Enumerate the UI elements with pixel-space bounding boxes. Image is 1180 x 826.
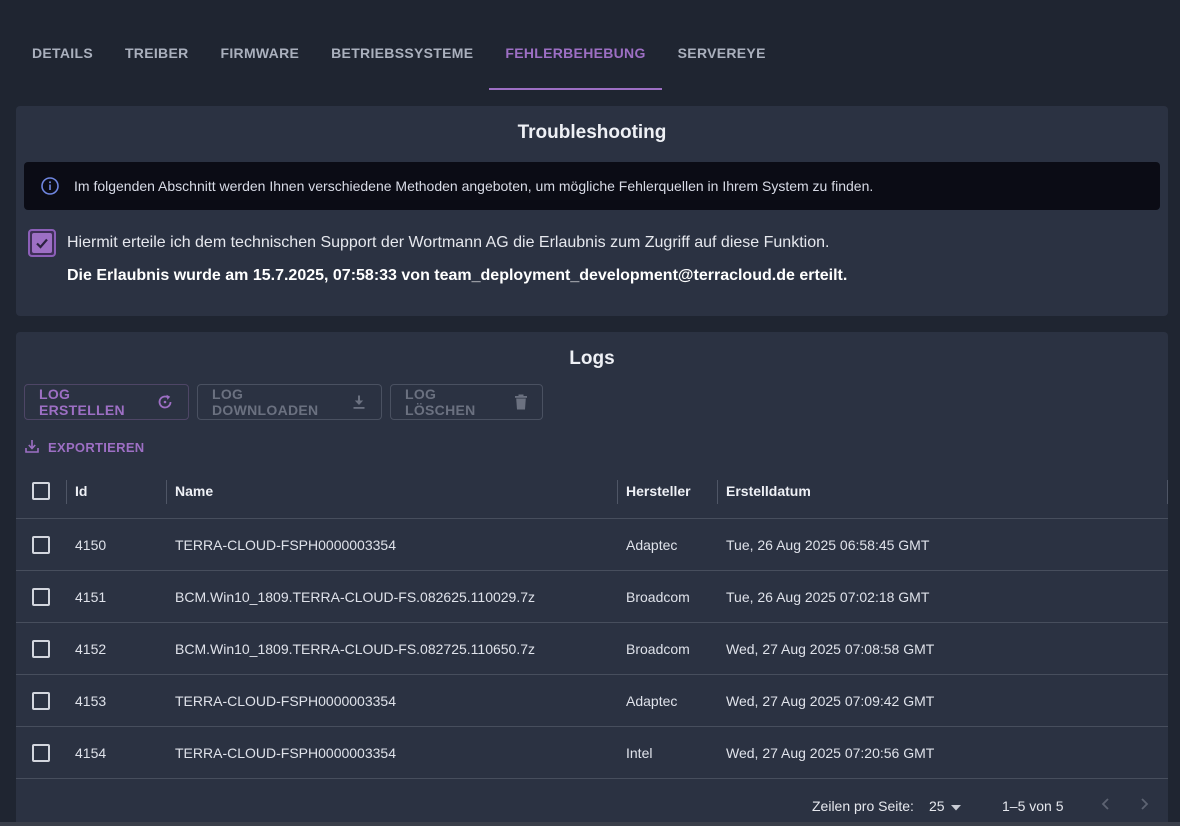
troubleshooting-card: Troubleshooting Im folgenden Abschnitt w… bbox=[16, 106, 1168, 316]
cell-created: Wed, 27 Aug 2025 07:09:42 GMT bbox=[726, 692, 935, 709]
tab-betriebssysteme[interactable]: BETRIEBSSYSTEME bbox=[315, 18, 489, 90]
rows-per-page-label: Zeilen pro Seite: bbox=[812, 798, 914, 814]
row-checkbox-cell bbox=[32, 727, 50, 778]
download-log-button[interactable]: LOG DOWNLOADEN bbox=[197, 384, 382, 420]
cell-vendor: Adaptec bbox=[626, 536, 678, 553]
row-checkbox[interactable] bbox=[32, 743, 50, 762]
table-row[interactable]: 4150 TERRA-CLOUD-FSPH0000003354 Adaptec … bbox=[16, 519, 1168, 571]
cell-vendor: Adaptec bbox=[626, 692, 678, 709]
cell-name: BCM.Win10_1809.TERRA-CLOUD-FS.082725.110… bbox=[175, 640, 536, 657]
cell-created: Wed, 27 Aug 2025 07:20:56 GMT bbox=[726, 744, 935, 761]
cell-created: Tue, 26 Aug 2025 07:02:18 GMT bbox=[726, 588, 930, 605]
table-pagination: Zeilen pro Seite: 25 1–5 von 5 bbox=[16, 788, 1168, 824]
export-button[interactable]: EXPORTIEREN bbox=[24, 438, 144, 457]
troubleshooting-title: Troubleshooting bbox=[517, 122, 667, 143]
cell-vendor: Broadcom bbox=[626, 588, 690, 605]
column-header-id[interactable]: Id bbox=[75, 464, 87, 518]
logs-table: Id Name Hersteller Erstelldatum 4150 TER… bbox=[16, 464, 1168, 779]
delete-log-label: LOG LÖSCHEN bbox=[405, 386, 476, 418]
export-icon bbox=[24, 438, 40, 457]
cell-name: BCM.Win10_1809.TERRA-CLOUD-FS.082625.110… bbox=[175, 588, 536, 605]
create-log-button[interactable]: LOG ERSTELLEN bbox=[24, 384, 189, 420]
row-checkbox[interactable] bbox=[32, 639, 50, 658]
row-checkbox[interactable] bbox=[32, 691, 50, 710]
create-log-label: LOG ERSTELLEN bbox=[39, 386, 125, 418]
chevron-right-icon[interactable] bbox=[1136, 796, 1152, 815]
table-row[interactable]: 4151 BCM.Win10_1809.TERRA-CLOUD-FS.08262… bbox=[16, 571, 1168, 623]
cell-id: 4154 bbox=[75, 744, 107, 761]
trash-icon bbox=[514, 394, 528, 410]
tab-servereye[interactable]: SERVEREYE bbox=[662, 18, 782, 90]
logs-card: Logs LOG ERSTELLEN LOG DOWNLOADEN LOG LÖ… bbox=[16, 332, 1168, 826]
column-separator bbox=[66, 480, 67, 504]
cell-name: TERRA-CLOUD-FSPH0000003354 bbox=[175, 692, 396, 709]
pagination-range: 1–5 von 5 bbox=[1002, 798, 1064, 814]
rows-per-page-value: 25 bbox=[929, 798, 945, 814]
refresh-icon bbox=[156, 393, 174, 411]
column-separator bbox=[617, 480, 618, 504]
bottom-scrollbar-strip bbox=[0, 822, 1180, 826]
export-label: EXPORTIEREN bbox=[48, 440, 145, 455]
cell-created: Wed, 27 Aug 2025 07:08:58 GMT bbox=[726, 640, 935, 657]
rows-per-page-select[interactable]: 25 bbox=[929, 798, 961, 814]
column-header-created[interactable]: Erstelldatum bbox=[726, 464, 811, 518]
column-separator bbox=[166, 480, 167, 504]
tab-fehlerbehebung[interactable]: FEHLERBEHEBUNG bbox=[489, 18, 663, 90]
consent-granted-text: Die Erlaubnis wurde am 15.7.2025, 07:58:… bbox=[67, 267, 848, 284]
tab-bar: DETAILS TREIBER FIRMWARE BETRIEBSSYSTEME… bbox=[16, 18, 782, 90]
row-checkbox-cell bbox=[32, 623, 50, 674]
row-checkbox-cell bbox=[32, 571, 50, 622]
column-separator bbox=[1167, 480, 1168, 504]
checkmark-icon bbox=[32, 233, 52, 253]
row-checkbox-cell bbox=[32, 519, 50, 570]
consent-label: Hiermit erteile ich dem technischen Supp… bbox=[67, 234, 830, 251]
row-checkbox[interactable] bbox=[32, 535, 50, 554]
tab-firmware[interactable]: FIRMWARE bbox=[205, 18, 316, 90]
download-log-label: LOG DOWNLOADEN bbox=[212, 386, 319, 418]
info-alert: Im folgenden Abschnitt werden Ihnen vers… bbox=[24, 162, 1160, 210]
row-checkbox[interactable] bbox=[32, 587, 50, 606]
cell-name: TERRA-CLOUD-FSPH0000003354 bbox=[175, 536, 396, 553]
info-alert-text: Im folgenden Abschnitt werden Ihnen vers… bbox=[74, 178, 874, 194]
cell-name: TERRA-CLOUD-FSPH0000003354 bbox=[175, 744, 396, 761]
logs-title: Logs bbox=[569, 348, 615, 369]
select-all-checkbox[interactable] bbox=[32, 482, 50, 500]
cell-id: 4152 bbox=[75, 640, 107, 657]
cell-id: 4153 bbox=[75, 692, 107, 709]
download-icon bbox=[351, 394, 367, 410]
info-circle-icon bbox=[40, 176, 60, 196]
table-row[interactable]: 4152 BCM.Win10_1809.TERRA-CLOUD-FS.08272… bbox=[16, 623, 1168, 675]
table-row[interactable]: 4153 TERRA-CLOUD-FSPH0000003354 Adaptec … bbox=[16, 675, 1168, 727]
cell-vendor: Intel bbox=[626, 744, 653, 761]
cell-id: 4151 bbox=[75, 588, 107, 605]
cell-vendor: Broadcom bbox=[626, 640, 690, 657]
table-row[interactable]: 4154 TERRA-CLOUD-FSPH0000003354 Intel We… bbox=[16, 727, 1168, 779]
consent-checkbox[interactable] bbox=[28, 229, 56, 257]
column-header-vendor[interactable]: Hersteller bbox=[626, 464, 691, 518]
cell-id: 4150 bbox=[75, 536, 107, 553]
table-header-row: Id Name Hersteller Erstelldatum bbox=[16, 464, 1168, 519]
tab-details[interactable]: DETAILS bbox=[16, 18, 109, 90]
cell-created: Tue, 26 Aug 2025 06:58:45 GMT bbox=[726, 536, 930, 553]
column-header-name[interactable]: Name bbox=[175, 464, 213, 518]
chevron-left-icon[interactable] bbox=[1098, 796, 1114, 815]
column-separator bbox=[717, 480, 718, 504]
row-checkbox-cell bbox=[32, 675, 50, 726]
caret-down-icon bbox=[950, 798, 961, 814]
delete-log-button[interactable]: LOG LÖSCHEN bbox=[390, 384, 543, 420]
select-all-cell bbox=[32, 464, 50, 518]
tab-treiber[interactable]: TREIBER bbox=[109, 18, 205, 90]
